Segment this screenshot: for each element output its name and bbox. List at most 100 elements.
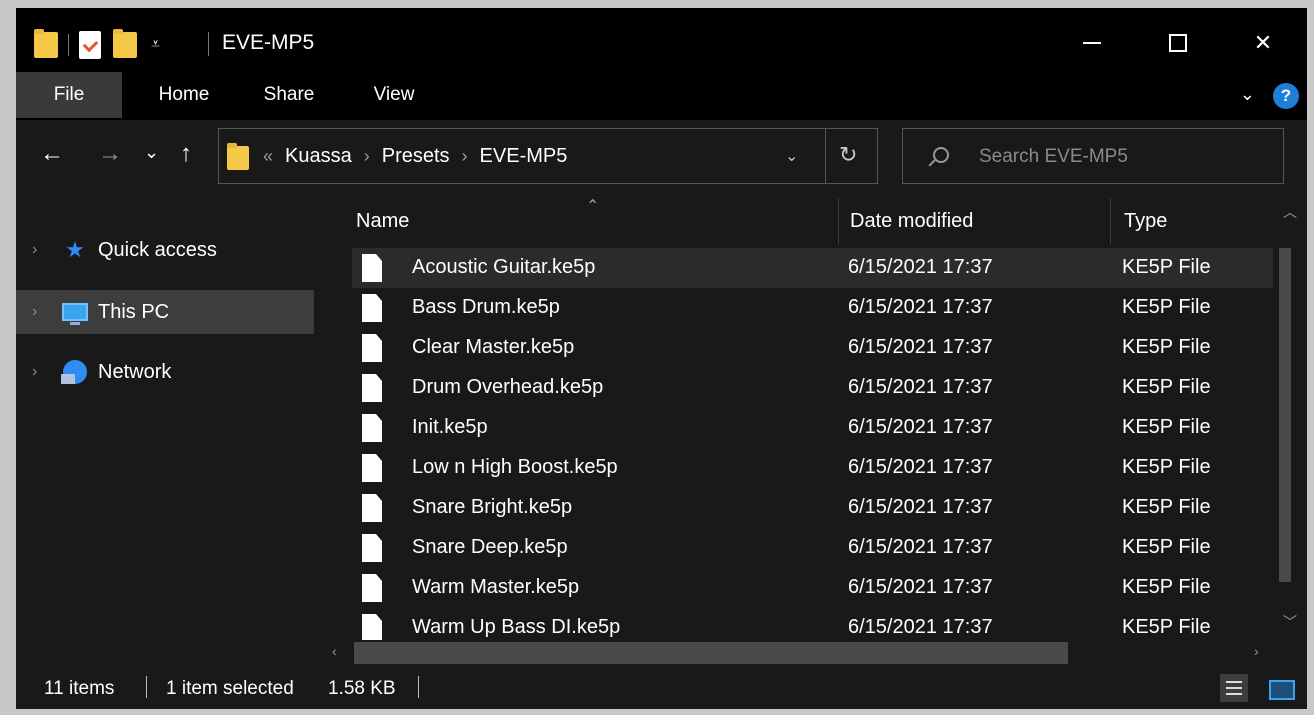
scroll-down-icon[interactable]: ﹀ <box>1283 612 1297 632</box>
table-row[interactable]: Warm Master.ke5p 6/15/2021 17:37 KE5P File <box>352 568 1273 608</box>
scroll-left-icon[interactable]: ‹ <box>332 643 337 659</box>
horizontal-scrollbar[interactable]: ‹ › <box>318 640 1307 666</box>
file-name: Clear Master.ke5p <box>412 336 575 358</box>
details-view-button[interactable] <box>1220 674 1248 702</box>
star-icon: ★ <box>65 237 85 262</box>
file-icon <box>362 334 382 362</box>
column-header-date-modified[interactable]: Date modified <box>850 210 973 233</box>
file-type: KE5P File <box>1122 576 1211 598</box>
forward-button[interactable]: → <box>98 140 122 168</box>
maximize-button[interactable] <box>1155 26 1201 60</box>
table-row[interactable]: Snare Bright.ke5p 6/15/2021 17:37 KE5P Fil… <box>352 488 1273 528</box>
customize-toolbar-icon[interactable]: ⩡ <box>151 36 160 54</box>
sidebar-item-label: This PC <box>98 300 170 323</box>
file-type: KE5P File <box>1122 416 1211 438</box>
chevron-right-icon[interactable]: › <box>32 241 48 259</box>
file-name: Warm Up Bass DI.ke5p <box>412 616 621 638</box>
scroll-thumb[interactable] <box>1279 248 1291 582</box>
tab-file[interactable]: File <box>16 72 122 118</box>
sidebar-item-quick-access[interactable]: › ★ Quick access <box>16 228 314 272</box>
table-row[interactable]: Low n High Boost.ke5p 6/15/2021 17:37 KE5P… <box>352 448 1273 488</box>
column-divider[interactable] <box>838 198 839 244</box>
item-count: 11 items <box>44 678 115 699</box>
file-date-modified: 6/15/2021 17:37 <box>848 376 993 398</box>
file-name: Init.ke5p <box>412 416 488 438</box>
back-button[interactable]: ← <box>40 140 64 168</box>
computer-icon <box>62 299 88 325</box>
file-type: KE5P File <box>1122 296 1211 318</box>
file-list: ⌃ Name Date modified Type Acoustic Guita… <box>318 194 1273 640</box>
tab-view[interactable]: View <box>346 72 442 118</box>
column-header-type[interactable]: Type <box>1124 210 1167 233</box>
properties-icon[interactable] <box>79 31 101 59</box>
expand-ribbon-icon[interactable]: ⌄ <box>1240 84 1255 105</box>
breadcrumb-presets[interactable]: Presets <box>382 145 450 167</box>
vertical-scrollbar[interactable]: ︿ ﹀ <box>1275 194 1307 640</box>
search-input[interactable]: Search EVE-MP5 <box>979 146 1128 168</box>
tab-share[interactable]: Share <box>244 72 334 118</box>
close-icon: ✕ <box>1253 30 1273 55</box>
file-name: Warm Master.ke5p <box>412 576 580 598</box>
recent-locations-button[interactable]: ⌄ <box>144 142 159 163</box>
file-type: KE5P File <box>1122 616 1211 638</box>
selection-size: 1.58 KB <box>328 678 396 699</box>
file-name: Bass Drum.ke5p <box>412 296 560 318</box>
table-row[interactable]: Warm Up Bass DI.ke5p 6/15/2021 17:37 KE5P … <box>352 608 1273 640</box>
status-bar: 11 items 1 item selected 1.58 KB <box>16 666 1307 709</box>
address-bar[interactable]: « Kuassa › Presets › EVE-MP5 ⌄ ↻ <box>218 128 878 184</box>
window-title: EVE-MP5 <box>222 31 315 54</box>
divider <box>68 34 69 56</box>
sidebar-item-this-pc[interactable]: › This PC <box>16 290 314 334</box>
new-folder-icon[interactable] <box>113 29 137 58</box>
file-icon <box>362 614 382 640</box>
file-icon <box>362 454 382 482</box>
address-dropdown-icon[interactable]: ⌄ <box>785 146 798 166</box>
network-icon <box>61 359 88 385</box>
scroll-right-icon[interactable]: › <box>1254 643 1259 659</box>
file-icon <box>362 494 382 522</box>
table-row[interactable]: Bass Drum.ke5p 6/15/2021 17:37 KE5P File <box>352 288 1273 328</box>
file-date-modified: 6/15/2021 17:37 <box>848 336 993 358</box>
title-bar: ⩡ EVE-MP5 ✕ <box>16 8 1307 72</box>
table-row[interactable]: Clear Master.ke5p 6/15/2021 17:37 KE5P Fil… <box>352 328 1273 368</box>
column-header-name[interactable]: Name <box>356 210 409 233</box>
table-row[interactable]: Init.ke5p 6/15/2021 17:37 KE5P File <box>352 408 1273 448</box>
breadcrumb-overflow-icon[interactable]: « <box>263 146 273 166</box>
up-button[interactable]: ↑ <box>180 140 192 168</box>
table-row[interactable]: Drum Overhead.ke5p 6/15/2021 17:37 KE5P Fi… <box>352 368 1273 408</box>
sidebar-item-label: Quick access <box>98 238 217 261</box>
chevron-right-icon[interactable]: › <box>32 303 48 321</box>
tab-home[interactable]: Home <box>134 72 234 118</box>
file-date-modified: 6/15/2021 17:37 <box>848 496 993 518</box>
file-type: KE5P File <box>1122 456 1211 478</box>
minimize-button[interactable] <box>1069 26 1115 60</box>
file-icon <box>362 374 382 402</box>
file-type: KE5P File <box>1122 536 1211 558</box>
help-icon[interactable]: ? <box>1273 83 1299 109</box>
divider <box>825 129 826 183</box>
ribbon-tabs: File Home Share View ⌄ ? <box>16 72 1307 120</box>
file-name: Snare Deep.ke5p <box>412 536 568 558</box>
sidebar-item-network[interactable]: › Network <box>16 350 314 394</box>
chevron-right-icon[interactable]: › <box>364 146 370 166</box>
refresh-icon[interactable]: ↻ <box>839 142 857 168</box>
file-icon <box>362 294 382 322</box>
divider <box>146 676 147 698</box>
column-headers: ⌃ Name Date modified Type <box>318 194 1273 248</box>
quick-access-toolbar: ⩡ <box>34 29 160 60</box>
file-name: Low n High Boost.ke5p <box>412 456 618 478</box>
chevron-right-icon[interactable]: › <box>462 146 468 166</box>
search-box[interactable]: Search EVE-MP5 <box>902 128 1284 184</box>
close-button[interactable]: ✕ <box>1240 26 1286 60</box>
table-row[interactable]: Snare Deep.ke5p 6/15/2021 17:37 KE5P File <box>352 528 1273 568</box>
file-type: KE5P File <box>1122 496 1211 518</box>
breadcrumb-kuassa[interactable]: Kuassa <box>285 145 352 167</box>
large-icons-view-button[interactable] <box>1266 674 1295 702</box>
breadcrumb-eve-mp5[interactable]: EVE-MP5 <box>480 145 568 167</box>
file-date-modified: 6/15/2021 17:37 <box>848 536 993 558</box>
scroll-up-icon[interactable]: ︿ <box>1283 202 1297 222</box>
table-row[interactable]: Acoustic Guitar.ke5p 6/15/2021 17:37 KE5P … <box>352 248 1273 288</box>
column-divider[interactable] <box>1110 198 1111 244</box>
scroll-thumb[interactable] <box>354 642 1068 664</box>
chevron-right-icon[interactable]: › <box>32 363 48 381</box>
